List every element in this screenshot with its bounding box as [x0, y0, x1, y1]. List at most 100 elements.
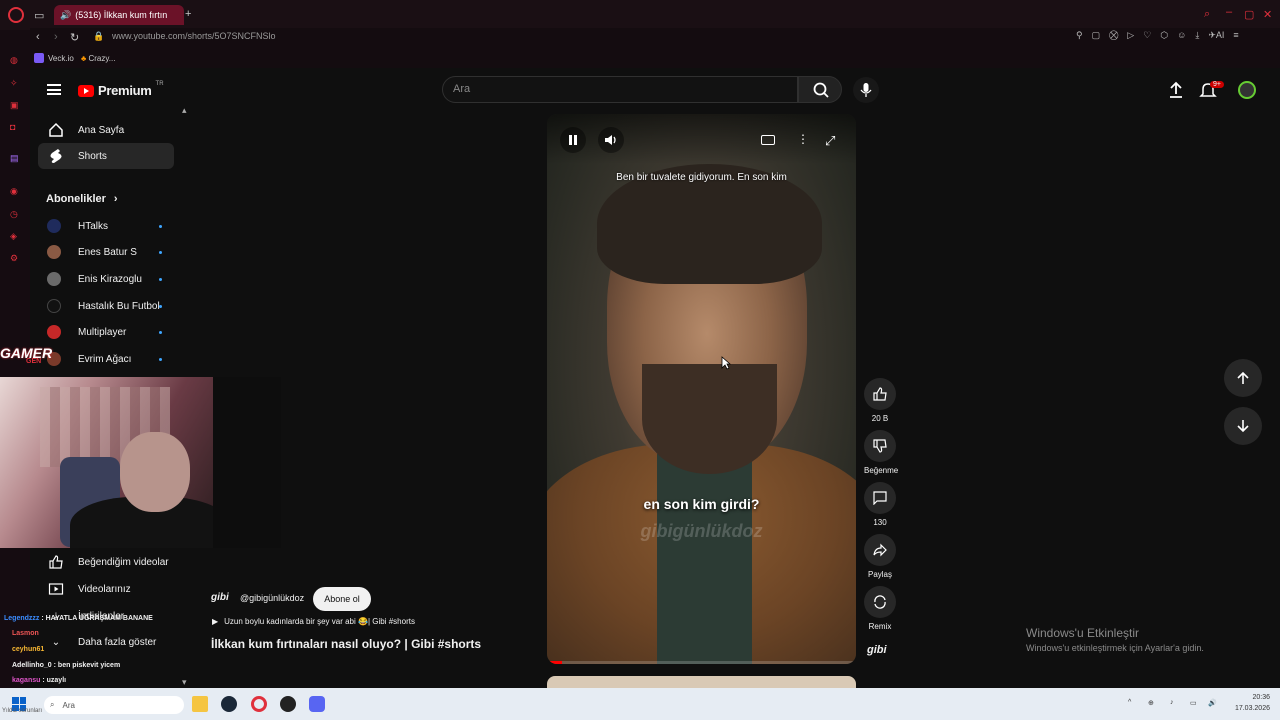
subscriptions-header[interactable]: Abonelikler ›: [46, 193, 118, 205]
sidebar-instagram-icon[interactable]: ◘: [10, 122, 15, 132]
ai-icon[interactable]: ✈AI: [1208, 30, 1224, 44]
chat-user: Legendzzz: [4, 615, 40, 622]
obs-icon[interactable]: [280, 696, 296, 712]
opera-logo-icon[interactable]: [8, 7, 24, 23]
related-video-link[interactable]: ▶ Uzun boylu kadınlarda bir şey var abi …: [212, 617, 415, 626]
sidebar-item-your-videos[interactable]: Videolarınız: [38, 576, 174, 602]
channel-handle[interactable]: @gibigünlükdoz: [240, 593, 304, 603]
back-icon[interactable]: ‹: [36, 31, 40, 43]
sidebar-pinboard-icon[interactable]: ◈: [10, 231, 17, 242]
subscription-item[interactable]: Enes Batur S: [40, 241, 170, 263]
tray-display-icon[interactable]: ▭: [1190, 699, 1197, 707]
sidebar-item-shorts[interactable]: Shorts: [38, 143, 174, 169]
fullscreen-icon[interactable]: ⤢: [825, 133, 835, 149]
video-progress-bar[interactable]: [547, 661, 856, 664]
search-button[interactable]: [798, 76, 842, 103]
voice-search-button[interactable]: [853, 77, 879, 103]
profile-icon[interactable]: ☺: [1177, 30, 1186, 44]
more-options-icon[interactable]: ⋮: [797, 132, 809, 146]
tray-volume-icon[interactable]: 🔊: [1208, 699, 1217, 707]
sidebar-item-label: Videolarınız: [78, 583, 131, 595]
sidebar-item-show-more[interactable]: ⌄ Daha fazla göster: [38, 629, 174, 655]
channel-name: Multiplayer: [78, 326, 127, 338]
file-explorer-icon[interactable]: [192, 696, 208, 712]
sidebar-messenger-icon[interactable]: ▣: [10, 100, 19, 111]
account-avatar[interactable]: [1238, 81, 1256, 99]
upload-button[interactable]: [1167, 81, 1185, 104]
download-icon[interactable]: ⤓: [1195, 30, 1199, 44]
reload-icon[interactable]: ↻: [70, 31, 79, 44]
new-tab-icon[interactable]: +: [185, 8, 191, 20]
tray-network-icon[interactable]: ⊕: [1148, 699, 1154, 707]
dislike-button[interactable]: Beğenme: [864, 430, 898, 475]
clock-date[interactable]: 17.03.2026: [1226, 705, 1270, 712]
sidebar-item-home[interactable]: Ana Sayfa: [38, 117, 174, 143]
bookmark-veckio[interactable]: Veck.io: [48, 54, 74, 63]
youtube-logo[interactable]: Premium TR: [78, 81, 164, 98]
hamburger-menu-icon[interactable]: [47, 84, 61, 95]
captions-icon[interactable]: [761, 135, 775, 145]
next-short-preview[interactable]: [547, 676, 856, 688]
close-window-icon[interactable]: ✕: [1263, 8, 1272, 21]
related-video-title: Uzun boylu kadınlarda bir şey var abi 😂|…: [224, 617, 415, 626]
pin-icon[interactable]: ⚲: [1076, 30, 1083, 44]
player-icon[interactable]: ▷: [1127, 30, 1134, 44]
search-icon: [813, 82, 829, 98]
search-input[interactable]: Ara: [442, 76, 798, 103]
next-short-button[interactable]: [1224, 407, 1262, 445]
sidebar-item-liked[interactable]: Beğendiğim videolar: [38, 549, 174, 575]
discord-icon[interactable]: [309, 696, 325, 712]
sidebar-twitch-icon[interactable]: ▤: [10, 153, 19, 164]
maximize-icon[interactable]: ▢: [1244, 8, 1254, 21]
pause-button[interactable]: [560, 127, 586, 153]
sidebar-settings-icon[interactable]: ⚙: [10, 253, 18, 264]
shorts-icon: [46, 148, 66, 164]
sidebar-ai-icon[interactable]: ✧: [10, 78, 18, 89]
sidebar-scroll-up-icon[interactable]: ▴: [182, 105, 187, 116]
search-tabs-icon[interactable]: ⌕: [1204, 8, 1210, 21]
extensions-icon[interactable]: ⬡: [1160, 30, 1168, 44]
opera-taskbar-icon[interactable]: [251, 696, 267, 712]
subtitle-bottom: en son kim girdi?: [643, 496, 760, 512]
minimize-icon[interactable]: ‒: [1226, 6, 1232, 18]
sidebar-player-icon[interactable]: ◉: [10, 186, 18, 197]
bookmark-crazy[interactable]: ♣ Crazy...: [81, 54, 115, 63]
chevron-right-icon: ›: [113, 193, 118, 205]
browser-tab[interactable]: 🔊 (5316) İlkkan kum fırtın: [54, 5, 184, 25]
sidebar-aria-icon[interactable]: ◍: [10, 55, 18, 66]
snapshot-icon[interactable]: ▢: [1092, 30, 1101, 44]
url-text[interactable]: www.youtube.com/shorts/5O7SNCFNSlo: [112, 31, 276, 41]
forward-icon[interactable]: ›: [54, 31, 58, 43]
heart-icon[interactable]: ♡: [1143, 30, 1151, 44]
subscription-item[interactable]: Hastalık Bu Futbol: [40, 295, 170, 317]
share-button[interactable]: Paylaş: [864, 534, 896, 579]
previous-short-button[interactable]: [1224, 359, 1262, 397]
subscription-item[interactable]: Evrim Ağacı: [40, 348, 170, 370]
volume-button[interactable]: [598, 127, 624, 153]
subscription-item[interactable]: HTalks: [40, 215, 170, 237]
channel-logo-action[interactable]: gibi: [867, 644, 887, 656]
tab-audio-icon[interactable]: 🔊: [60, 10, 71, 21]
clock-time[interactable]: 20:36: [1244, 694, 1270, 701]
menu-icon[interactable]: ≡: [1233, 30, 1238, 44]
short-video-player[interactable]: Ben bir tuvalete gidiyorum. En son kim e…: [547, 114, 856, 664]
tray-chevron-icon[interactable]: ^: [1128, 699, 1131, 706]
thumbs-up-icon: [873, 387, 887, 401]
taskbar-search[interactable]: ⌕ Ara: [44, 696, 184, 714]
channel-name: Evrim Ağacı: [78, 353, 132, 365]
adblock-icon[interactable]: ⛒: [1109, 30, 1118, 44]
steam-icon[interactable]: [221, 696, 237, 712]
sidebar-history-icon[interactable]: ◷: [10, 209, 18, 220]
comments-button[interactable]: 130: [864, 482, 896, 527]
channel-avatar: [47, 245, 61, 259]
like-button[interactable]: 20 B: [864, 378, 896, 423]
tray-mic-icon[interactable]: ♪: [1170, 699, 1174, 706]
subscription-item[interactable]: Enis Kirazoglu: [40, 268, 170, 290]
subscription-item[interactable]: Multiplayer: [40, 321, 170, 343]
channel-avatar[interactable]: gibi: [211, 592, 229, 603]
remix-button[interactable]: Remix: [864, 586, 896, 631]
tab-overview-icon[interactable]: ▭: [34, 9, 44, 22]
windows-activate-subtitle: Windows'u etkinleştirmek için Ayarlar'a …: [1026, 643, 1204, 653]
subscribe-button[interactable]: Abone ol: [313, 587, 371, 611]
sidebar-scroll-down-icon[interactable]: ▾: [182, 677, 187, 688]
